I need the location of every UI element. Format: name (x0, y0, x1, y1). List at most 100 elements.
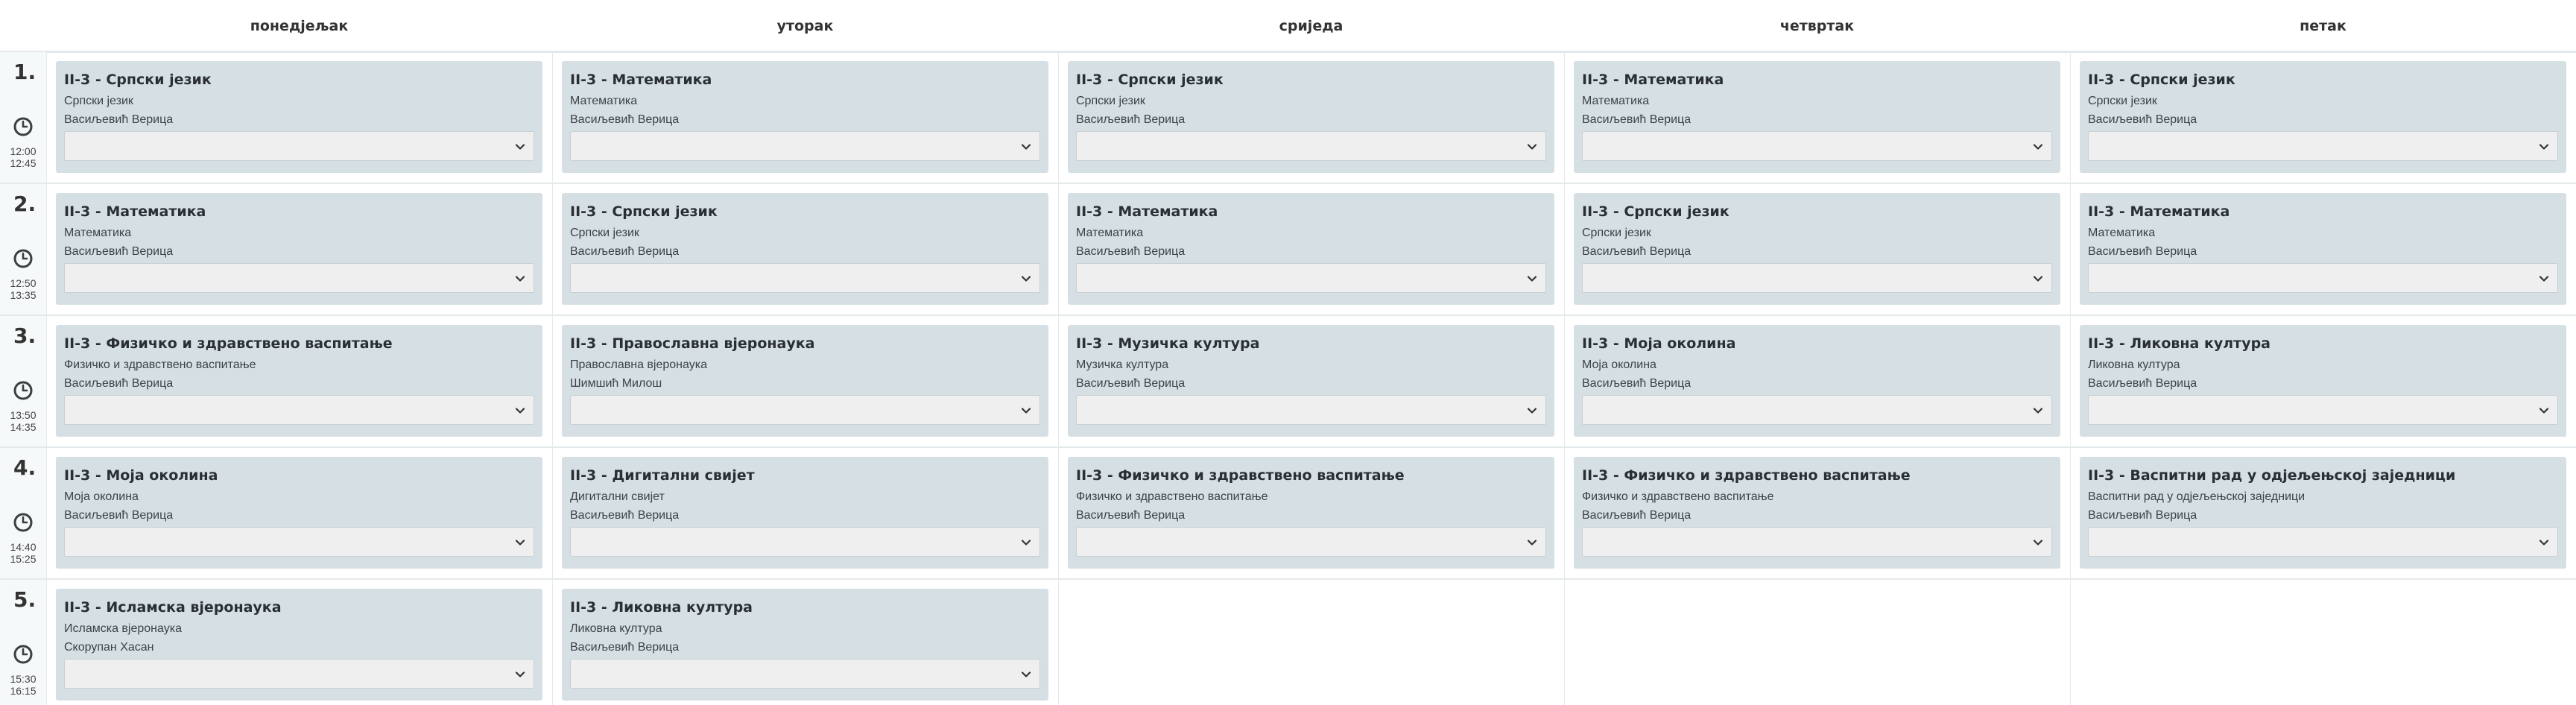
period-end-time: 15:25 (10, 553, 37, 565)
lesson-card[interactable]: II-3 - Ликовна култура Ликовна култура Вас… (2080, 325, 2566, 437)
chevron-down-icon (515, 144, 525, 150)
period-number: 2. (13, 192, 37, 216)
lesson-status-select[interactable] (1582, 131, 2052, 161)
lesson-card[interactable]: II-3 - Физичко и здравствено васпитање Фи… (56, 325, 542, 437)
lesson-status-select[interactable] (2088, 527, 2558, 557)
chevron-down-icon (2033, 144, 2043, 150)
lesson-subject: Моја околина (64, 490, 139, 503)
lesson-subject: Физичко и здравствено васпитање (1582, 490, 1774, 503)
lesson-teacher: Васиљевић Верица (570, 113, 680, 126)
lesson-status-select[interactable] (1076, 131, 1546, 161)
lesson-card[interactable]: II-3 - Српски језик Српски језик Васиљевић… (2080, 61, 2566, 173)
chevron-down-icon (2539, 276, 2549, 282)
chevron-down-icon (1527, 276, 1537, 282)
lesson-status-select[interactable] (64, 395, 534, 425)
lesson-subject: Музичка култура (1076, 358, 1169, 371)
lesson-status-select[interactable] (570, 527, 1040, 557)
lesson-teacher: Васиљевић Верица (64, 113, 174, 126)
lesson-card[interactable]: II-3 - Српски језик Српски језик Васиљевић… (1574, 193, 2060, 305)
lesson-card[interactable]: II-3 - Српски језик Српски језик Васиљевић… (562, 193, 1048, 305)
chevron-down-icon (2539, 540, 2549, 546)
lesson-teacher: Васиљевић Верица (2088, 377, 2197, 390)
lesson-status-select[interactable] (1076, 263, 1546, 293)
chevron-down-icon (1527, 540, 1537, 546)
lesson-status-select[interactable] (1076, 395, 1546, 425)
lesson-card[interactable]: II-3 - Физичко и здравствено васпитање Фи… (1068, 457, 1554, 569)
lesson-status-select[interactable] (570, 263, 1040, 293)
lesson-title: II-3 - Физичко и здравствено васпитање (1582, 467, 1911, 484)
lesson-subject: Васпитни рад у одјељењској заједници (2088, 490, 2306, 503)
period-number: 4. (13, 455, 37, 480)
lesson-status-select[interactable] (1076, 527, 1546, 557)
lesson-status-select[interactable] (64, 527, 534, 557)
lesson-title: II-3 - Српски језик (64, 72, 212, 88)
lesson-card[interactable]: II-3 - Васпитни рад у одјељењској заједн… (2080, 457, 2566, 569)
column-divider (1564, 52, 1565, 705)
column-divider (1058, 52, 1059, 705)
lesson-status-select[interactable] (64, 131, 534, 161)
chevron-down-icon (1021, 408, 1031, 414)
lesson-subject: Српски језик (64, 95, 133, 107)
chevron-down-icon (2033, 540, 2043, 546)
lesson-teacher: Васиљевић Верица (1076, 509, 1186, 522)
lesson-card[interactable]: II-3 - Математика Математика Васиљевић Вер… (2080, 193, 2566, 305)
lesson-teacher: Васиљевић Верица (1582, 113, 1692, 126)
lesson-subject: Моја околина (1582, 358, 1656, 371)
clock-icon (13, 117, 33, 136)
lesson-card[interactable]: II-3 - Физичко и здравствено васпитање Фи… (1574, 457, 2060, 569)
lesson-subject: Математика (1076, 227, 1144, 239)
lesson-card[interactable]: II-3 - Моја околина Моја околина Васиљевић… (56, 457, 542, 569)
lesson-status-select[interactable] (64, 659, 534, 689)
lesson-status-select[interactable] (570, 659, 1040, 689)
lesson-status-select[interactable] (2088, 131, 2558, 161)
lesson-card[interactable]: II-3 - Српски језик Српски језик Васиљевић… (1068, 61, 1554, 173)
lesson-status-select[interactable] (64, 263, 534, 293)
lesson-title: II-3 - Математика (570, 72, 712, 88)
clock-icon (13, 513, 33, 532)
lesson-card[interactable]: II-3 - Музичка култура Музичка култура Вас… (1068, 325, 1554, 437)
period-end-time: 12:45 (10, 157, 37, 169)
lesson-status-select[interactable] (1582, 263, 2052, 293)
lesson-subject: Исламска вјеронаука (64, 622, 182, 635)
lesson-title: II-3 - Васпитни рад у одјељењској заједн… (2088, 467, 2456, 484)
lesson-teacher: Васиљевић Верица (1582, 245, 1692, 258)
lesson-card[interactable]: II-3 - Математика Математика Васиљевић Вер… (562, 61, 1048, 173)
lesson-status-select[interactable] (570, 395, 1040, 425)
lesson-teacher: Васиљевић Верица (2088, 245, 2197, 258)
row-divider (0, 183, 2576, 184)
chevron-down-icon (1527, 144, 1537, 150)
lesson-card[interactable]: II-3 - Моја околина Моја околина Васиљевић… (1574, 325, 2060, 437)
lesson-title: II-3 - Физичко и здравствено васпитање (64, 335, 393, 352)
period-number: 3. (13, 323, 37, 348)
lesson-status-select[interactable] (1582, 527, 2052, 557)
lesson-status-select[interactable] (570, 131, 1040, 161)
lesson-card[interactable]: II-3 - Српски језик Српски језик Васиљевић… (56, 61, 542, 173)
lesson-status-select[interactable] (1582, 395, 2052, 425)
lesson-title: II-3 - Музичка култура (1076, 335, 1260, 352)
lesson-title: II-3 - Математика (64, 203, 206, 220)
lesson-card[interactable]: II-3 - Математика Математика Васиљевић Вер… (56, 193, 542, 305)
lesson-card[interactable]: II-3 - Исламска вјеронаука Исламска вјеро… (56, 589, 542, 701)
lesson-subject: Математика (1582, 95, 1650, 107)
lesson-title: II-3 - Моја околина (1582, 335, 1736, 352)
lesson-teacher: Васиљевић Верица (2088, 509, 2197, 522)
lesson-card[interactable]: II-3 - Дигитални свијет Дигитални свијет В… (562, 457, 1048, 569)
lesson-title: II-3 - Математика (1582, 72, 1724, 88)
lesson-teacher: Васиљевић Верица (570, 245, 680, 258)
lesson-card[interactable]: II-3 - Православна вјеронаука Православна… (562, 325, 1048, 437)
lesson-status-select[interactable] (2088, 263, 2558, 293)
period-cell: 1. 12:00 12:45 (0, 52, 46, 183)
lesson-card[interactable]: II-3 - Математика Математика Васиљевић Вер… (1068, 193, 1554, 305)
lesson-teacher: Васиљевић Верица (1076, 377, 1186, 390)
column-divider (2070, 52, 2071, 705)
lesson-teacher: Скорупан Хасан (64, 641, 154, 654)
day-header-0: понедјељак (250, 18, 349, 34)
lesson-status-select[interactable] (2088, 395, 2558, 425)
period-cell: 2. 12:50 13:35 (0, 184, 46, 314)
lesson-card[interactable]: II-3 - Ликовна култура Ликовна култура Вас… (562, 589, 1048, 701)
period-end-time: 16:15 (10, 685, 37, 697)
lesson-subject: Физичко и здравствено васпитање (1076, 490, 1268, 503)
lesson-card[interactable]: II-3 - Математика Математика Васиљевић Вер… (1574, 61, 2060, 173)
day-header-1: уторак (776, 18, 834, 34)
clock-icon (13, 381, 33, 400)
